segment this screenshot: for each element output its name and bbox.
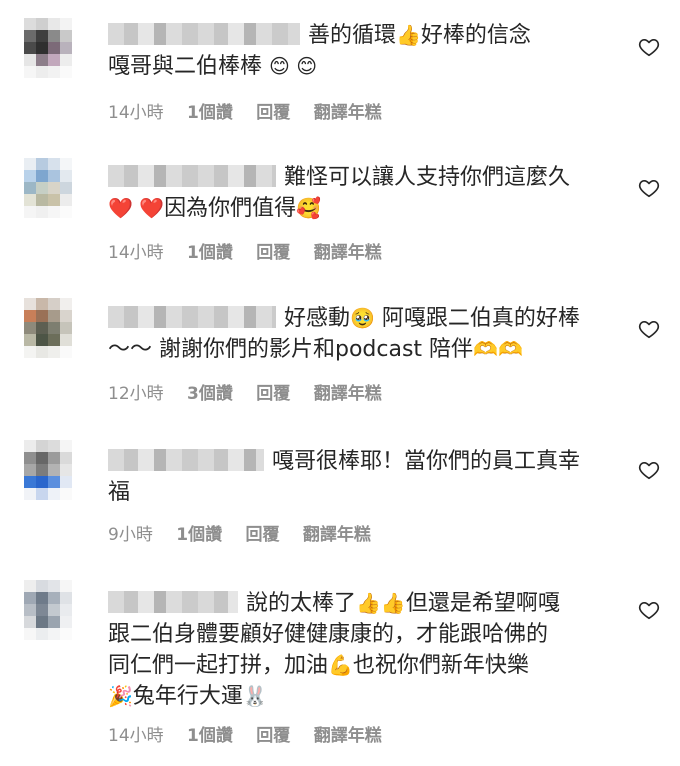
comment-text: 善的循環👍好棒的信念 嘎哥與二伯棒棒 😊 😊: [108, 20, 618, 82]
username[interactable]: [108, 165, 276, 187]
heart-hands-emoji: 🫶🫶: [473, 337, 523, 361]
likes-count[interactable]: 1個讚: [176, 525, 222, 545]
comment-text-part: 善的循環: [308, 23, 397, 48]
reply-button[interactable]: 回覆: [256, 726, 290, 746]
comment-text-part: 因為你們值得: [164, 196, 297, 221]
comment-meta: 14小時 1個讚 回覆 翻譯年糕: [108, 721, 400, 746]
timestamp[interactable]: 14小時: [108, 103, 164, 123]
username[interactable]: [108, 306, 276, 328]
thumbs-up-emoji: 👍: [396, 23, 421, 47]
comment-meta: 9小時 1個讚 回覆 翻譯年糕: [108, 520, 389, 545]
reply-button[interactable]: 回覆: [256, 384, 290, 404]
timestamp[interactable]: 9小時: [108, 525, 153, 545]
heart-outline-icon[interactable]: [638, 599, 660, 621]
timestamp[interactable]: 14小時: [108, 726, 164, 746]
comment-text-part: 說的太棒了: [246, 591, 357, 616]
timestamp[interactable]: 14小時: [108, 243, 164, 263]
comment-text-part: 兔年行大運: [132, 684, 243, 709]
smile-emoji: 😊 😊: [269, 54, 318, 78]
username[interactable]: [108, 591, 238, 613]
heart-outline-icon[interactable]: [638, 318, 660, 340]
thumbs-up-emoji: 👍👍: [356, 591, 406, 615]
reply-button[interactable]: 回覆: [256, 103, 290, 123]
pleading-face-emoji: 🥹: [350, 306, 375, 330]
likes-count[interactable]: 1個讚: [187, 726, 233, 746]
avatar[interactable]: [24, 158, 72, 218]
reply-button[interactable]: 回覆: [256, 243, 290, 263]
comment-text: 嘎哥很棒耶！當你們的員工真幸 福: [108, 446, 618, 508]
comment-meta: 12小時 3個讚 回覆 翻譯年糕: [108, 379, 400, 404]
username[interactable]: [108, 449, 264, 471]
translate-button[interactable]: 翻譯年糕: [314, 726, 382, 746]
translate-button[interactable]: 翻譯年糕: [303, 525, 371, 545]
comment-text: 難怪可以讓人支持你們這麼久 ❤️ ❤️因為你們值得🥰: [108, 162, 618, 224]
party-popper-emoji: 🎉: [108, 684, 133, 708]
red-heart-emoji: ❤️ ❤️: [108, 196, 165, 220]
flexed-biceps-emoji: 💪: [328, 653, 353, 677]
comment-meta: 14小時 1個讚 回覆 翻譯年糕: [108, 238, 400, 263]
comment-text: 說的太棒了👍👍但還是希望啊嘎 跟二伯身體要顧好健健康康的，才能跟哈佛的 同仁們一…: [108, 588, 618, 712]
comment-text-part: 難怪可以讓人支持你們這麼久: [284, 165, 571, 190]
comments-list: 善的循環👍好棒的信念 嘎哥與二伯棒棒 😊 😊 14小時 1個讚 回覆 翻譯年糕 …: [0, 0, 680, 766]
likes-count[interactable]: 3個讚: [187, 384, 233, 404]
rabbit-face-emoji: 🐰: [242, 684, 268, 708]
smiling-face-hearts-emoji: 🥰: [296, 196, 322, 220]
translate-button[interactable]: 翻譯年糕: [314, 243, 382, 263]
heart-outline-icon[interactable]: [638, 36, 660, 58]
heart-outline-icon[interactable]: [638, 177, 660, 199]
avatar[interactable]: [24, 580, 72, 640]
username[interactable]: [108, 23, 300, 45]
comment-text: 好感動🥹 阿嘎跟二伯真的好棒 ～～ 謝謝你們的影片和podcast 陪伴🫶🫶: [108, 303, 618, 365]
reply-button[interactable]: 回覆: [245, 525, 279, 545]
avatar[interactable]: [24, 298, 72, 358]
comment-text-part: 也祝你們新年快樂: [352, 653, 529, 678]
avatar[interactable]: [24, 440, 72, 500]
likes-count[interactable]: 1個讚: [187, 243, 233, 263]
comment-meta: 14小時 1個讚 回覆 翻譯年糕: [108, 98, 400, 123]
avatar[interactable]: [24, 18, 72, 78]
translate-button[interactable]: 翻譯年糕: [314, 103, 382, 123]
heart-outline-icon[interactable]: [638, 459, 660, 481]
comment-text-part: 好感動: [284, 306, 351, 331]
timestamp[interactable]: 12小時: [108, 384, 164, 404]
translate-button[interactable]: 翻譯年糕: [314, 384, 382, 404]
likes-count[interactable]: 1個讚: [187, 103, 233, 123]
